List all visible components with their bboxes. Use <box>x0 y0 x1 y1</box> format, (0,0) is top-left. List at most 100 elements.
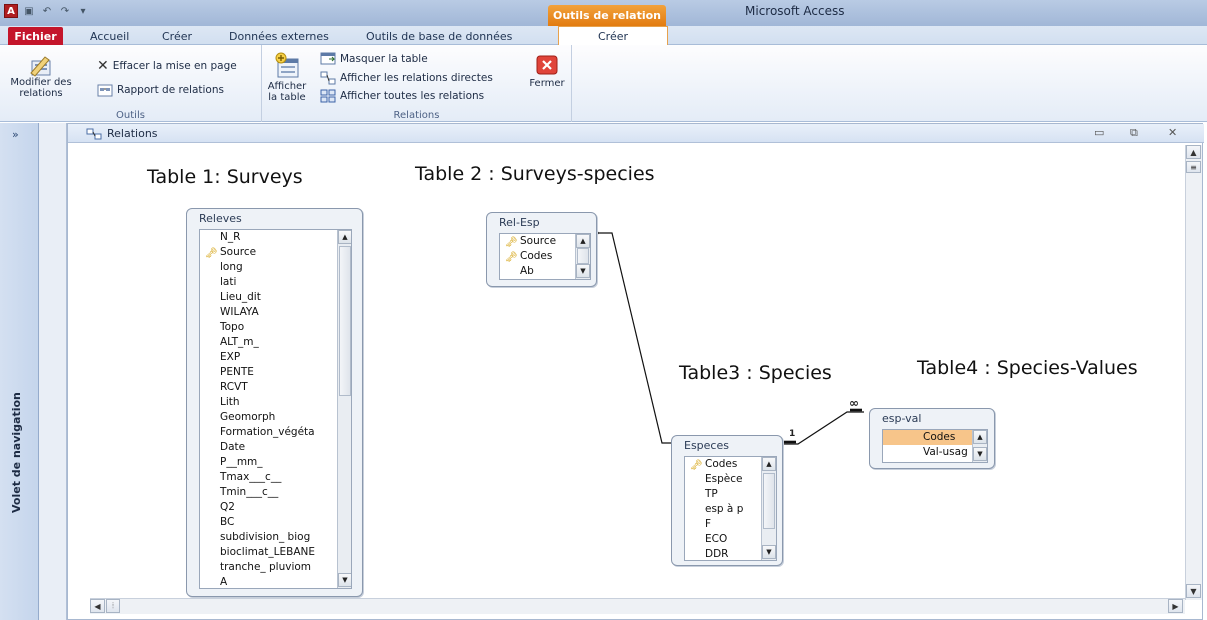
field-label: WILAYA <box>220 306 259 318</box>
field-label: A <box>220 576 228 588</box>
scroll-down-icon[interactable]: ▼ <box>1186 584 1201 598</box>
table-field[interactable]: Geomorph <box>200 410 351 425</box>
table-field[interactable]: subdivision_ biog <box>200 530 351 545</box>
scroll-up-icon[interactable]: ▲ <box>1186 145 1201 159</box>
close-window-icon[interactable]: ✕ <box>1168 126 1177 139</box>
context-tab-header: Outils de relation <box>548 5 666 26</box>
restore-icon[interactable]: ⧉ <box>1130 126 1138 140</box>
field-label: ALT_m_ <box>220 336 259 348</box>
relationship-line-relesp-especes <box>597 232 677 444</box>
tab-accueil[interactable]: Accueil <box>86 28 133 45</box>
table-rel-esp[interactable]: Rel-Esp 🗝 Source 🗝 Codes Ab ▲ ▼ <box>486 212 597 287</box>
table-especes[interactable]: Especes 🗝 Codes Espèce TP esp à p F ECO DDR ▲ ▼ <box>671 435 783 566</box>
table-field[interactable]: BC <box>200 515 351 530</box>
fermer-label: Fermer <box>529 78 565 89</box>
navigation-pane[interactable]: » Volet de navigation <box>0 123 39 620</box>
field-label: Source <box>220 246 257 258</box>
field-label: Formation_végéta <box>220 426 315 438</box>
field-label: Espèce <box>705 473 743 485</box>
table-field[interactable]: EXP <box>200 350 351 365</box>
scroll-thumb[interactable] <box>339 246 351 396</box>
document-title[interactable]: Relations <box>86 127 158 140</box>
field-label: lati <box>220 276 237 288</box>
table-field[interactable]: N_R <box>200 230 351 245</box>
field-label: Tmin___c__ <box>220 486 279 498</box>
primary-key-icon: 🗝 <box>690 460 703 471</box>
scroll-left-icon[interactable]: ◀ <box>90 599 105 613</box>
table-field[interactable]: Lieu_dit <box>200 290 351 305</box>
scroll-down-icon[interactable]: ▼ <box>762 545 776 559</box>
table-field[interactable]: WILAYA <box>200 305 351 320</box>
effacer-mise-en-page-button[interactable]: ✕ Effacer la mise en page <box>97 58 237 74</box>
scroll-up-icon[interactable]: ▲ <box>338 230 351 244</box>
scroll-up-icon[interactable]: ▲ <box>973 430 987 444</box>
table-field[interactable]: RCVT <box>200 380 351 395</box>
ribbon: Modifier des relations ✕ Effacer la mise… <box>0 45 1207 122</box>
field-scrollbar[interactable]: ▲ ▼ <box>761 457 776 560</box>
table-name: Especes <box>684 439 729 452</box>
relations-canvas[interactable]: Table 1: Surveys Table 2 : Surveys-speci… <box>82 146 1173 597</box>
scroll-thumb[interactable]: ≡ <box>1186 161 1201 173</box>
redo-icon[interactable]: ↷ <box>58 5 72 17</box>
table-field[interactable]: A <box>200 575 351 588</box>
tab-creer[interactable]: Créer <box>158 28 196 45</box>
tab-creer-relation[interactable]: Créer <box>558 26 668 46</box>
tab-outils-base-de-donnees[interactable]: Outils de base de données <box>362 28 516 45</box>
relation-report-icon <box>97 84 113 97</box>
undo-icon[interactable]: ↶ <box>40 5 54 17</box>
scroll-right-icon[interactable]: ▶ <box>1168 599 1183 613</box>
scroll-up-icon[interactable]: ▲ <box>762 457 776 471</box>
scroll-down-icon[interactable]: ▼ <box>973 447 987 461</box>
table-field[interactable]: PENTE <box>200 365 351 380</box>
scroll-down-icon[interactable]: ▼ <box>576 264 590 278</box>
scroll-thumb[interactable] <box>763 473 775 529</box>
table-field[interactable]: bioclimat_LEBANE <box>200 545 351 560</box>
scroll-thumb[interactable] <box>577 248 589 264</box>
field-scrollbar[interactable]: ▲ ▼ <box>575 234 590 279</box>
navpane-gutter <box>39 123 67 620</box>
field-label: Codes <box>705 458 738 470</box>
table-field[interactable]: Formation_végéta <box>200 425 351 440</box>
table-field[interactable]: Tmax___c__ <box>200 470 351 485</box>
customize-qat-icon[interactable]: ▾ <box>76 5 90 17</box>
table-name: Releves <box>199 212 242 225</box>
table-field[interactable]: Tmin___c__ <box>200 485 351 500</box>
tab-donnees-externes[interactable]: Données externes <box>225 28 333 45</box>
field-label: Date <box>220 441 246 453</box>
field-scrollbar[interactable]: ▲ ▼ <box>972 430 987 462</box>
access-logo-icon[interactable]: A <box>4 4 18 18</box>
table-field[interactable]: ALT_m_ <box>200 335 351 350</box>
save-icon[interactable]: ▣ <box>22 5 36 17</box>
afficher-relations-directes-button[interactable]: Afficher les relations directes <box>320 71 493 85</box>
table-field[interactable]: Topo <box>200 320 351 335</box>
expand-navpane-icon[interactable]: » <box>12 128 19 141</box>
masquer-table-button[interactable]: Masquer la table <box>320 52 428 65</box>
vertical-scrollbar[interactable]: ▲ ≡ ▼ <box>1185 145 1202 600</box>
table-field[interactable]: 🗝 Source <box>200 245 351 260</box>
table-field[interactable]: lati <box>200 275 351 290</box>
horizontal-scrollbar[interactable]: ◀ ⦙ ▶ <box>90 598 1185 614</box>
minimize-icon[interactable]: ▭ <box>1094 126 1104 139</box>
scroll-up-icon[interactable]: ▲ <box>576 234 590 248</box>
table-field[interactable]: tranche_ pluviom <box>200 560 351 575</box>
table-field[interactable]: Date <box>200 440 351 455</box>
table-field[interactable]: Lith <box>200 395 351 410</box>
fermer-button[interactable]: Fermer <box>524 55 570 89</box>
relations-group-label: Relations <box>393 110 440 121</box>
app-title: Microsoft Access <box>745 4 845 18</box>
rapport-relations-button[interactable]: Rapport de relations <box>97 83 224 97</box>
afficher-toutes-relations-button[interactable]: Afficher toutes les relations <box>320 89 484 103</box>
modifier-relations-button[interactable]: Modifier des relations <box>8 53 74 99</box>
table-releves[interactable]: Releves N_R 🗝 Source long lati Lieu_dit WILAYA… <box>186 208 363 597</box>
tab-fichier[interactable]: Fichier <box>8 27 63 45</box>
table-field[interactable]: long <box>200 260 351 275</box>
navpane-label: Volet de navigation <box>10 392 23 513</box>
scroll-thumb[interactable]: ⦙ <box>106 599 120 613</box>
table-field[interactable]: Q2 <box>200 500 351 515</box>
table-esp-val[interactable]: esp-val Codes Val-usag ▲ ▼ <box>869 408 995 469</box>
field-label: Tmax___c__ <box>220 471 282 483</box>
field-scrollbar[interactable]: ▲ ▼ <box>337 230 351 588</box>
afficher-table-button[interactable]: Afficher la table <box>267 51 307 103</box>
scroll-down-icon[interactable]: ▼ <box>338 573 351 587</box>
table-field[interactable]: P__mm_ <box>200 455 351 470</box>
